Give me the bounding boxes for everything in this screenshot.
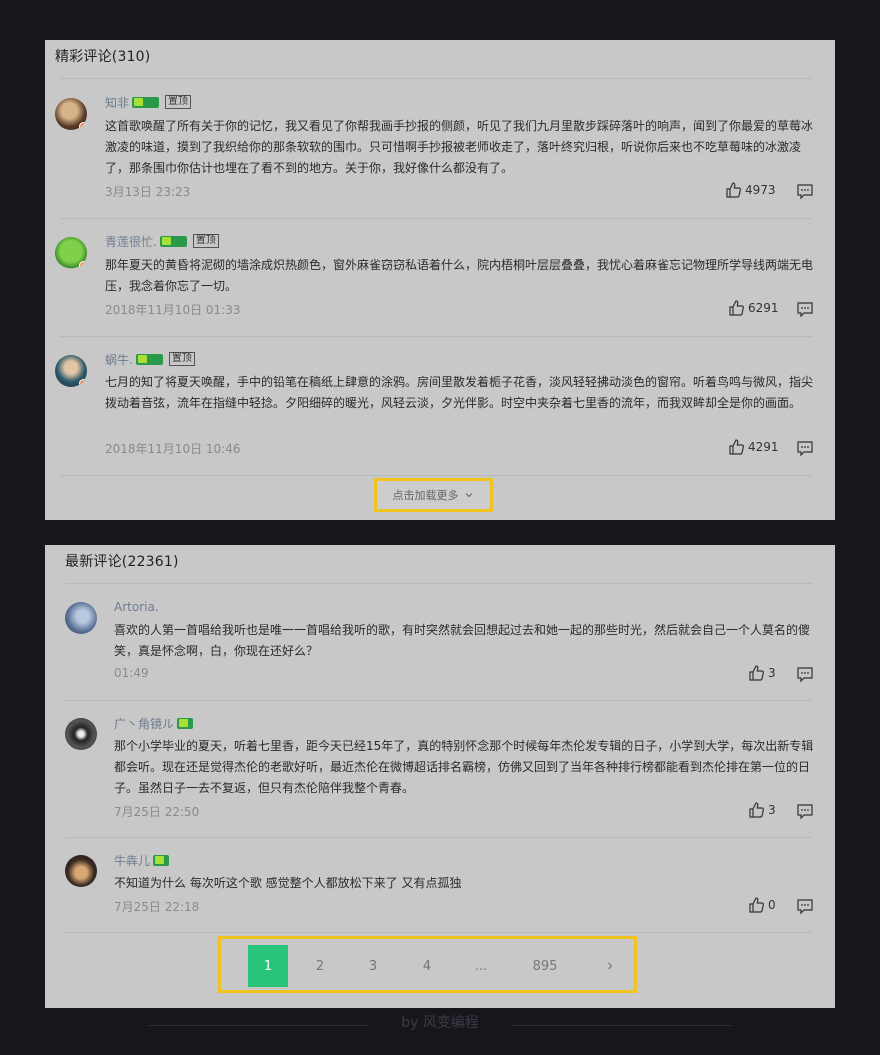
vip-badge-icon <box>132 96 160 108</box>
page-button-3[interactable]: 3 <box>358 945 388 987</box>
divider <box>65 837 812 838</box>
divider <box>60 475 812 476</box>
username[interactable]: 广丶角镜ル <box>114 715 174 732</box>
reply-icon[interactable] <box>796 439 814 457</box>
reply-icon[interactable] <box>796 897 814 915</box>
thumbs-up-icon <box>729 439 744 455</box>
badge-dot-icon <box>79 122 87 130</box>
like-button[interactable]: 4973 <box>725 181 776 199</box>
load-more-button[interactable]: 点击加载更多 <box>374 478 493 512</box>
page-ellipsis: ... <box>474 958 488 974</box>
page-button-4[interactable]: 4 <box>412 945 442 987</box>
thumbs-up-icon <box>749 897 764 913</box>
page-button-2[interactable]: 2 <box>305 945 335 987</box>
divider <box>65 583 812 584</box>
footer-credit: by 风变编程 <box>401 1015 479 1031</box>
avatar[interactable] <box>65 602 97 634</box>
thumbs-up-icon <box>729 300 744 316</box>
reply-icon[interactable] <box>796 802 814 820</box>
like-button[interactable]: 3 <box>748 801 776 819</box>
pinned-tag: 置顶 <box>168 352 195 366</box>
divider <box>65 700 812 701</box>
like-button[interactable]: 4291 <box>728 438 779 456</box>
like-button[interactable]: 3 <box>748 664 776 682</box>
avatar[interactable] <box>65 718 97 750</box>
badge-dot-icon <box>79 379 87 387</box>
vip-badge-icon <box>153 854 170 866</box>
like-count: 3 <box>768 666 776 680</box>
load-more-label: 点击加载更多 <box>392 489 459 502</box>
comment-time: 01:49 <box>114 666 149 680</box>
thumbs-up-icon <box>749 665 764 681</box>
pagination: 1 2 3 4 ... 895 <box>218 936 637 993</box>
next-page-button[interactable] <box>595 945 625 987</box>
avatar[interactable] <box>55 355 87 387</box>
hot-comments-title: 精彩评论(310) <box>55 49 151 65</box>
comment-text: 七月的知了将夏天唤醒，手中的铅笔在稿纸上肆意的涂鸦。房间里散发着栀子花香，淡风轻… <box>105 375 814 410</box>
like-count: 0 <box>768 898 776 912</box>
comment-time: 7月25日 22:50 <box>114 805 200 819</box>
vip-badge-icon <box>135 353 163 365</box>
comment-text: 那年夏天的黄昏将泥砌的墙涂成炽热颜色，窗外麻雀窃窃私语着什么，院内梧桐叶层层叠叠… <box>105 258 814 293</box>
page-button-last[interactable]: 895 <box>521 945 569 987</box>
comment-text: 那个小学毕业的夏天，听着七里香，距今天已经15年了，真的特别怀念那个时候每年杰伦… <box>114 739 814 795</box>
avatar[interactable] <box>55 98 87 130</box>
thumbs-up-icon <box>749 802 764 818</box>
like-count: 3 <box>768 803 776 817</box>
comment-time: 2018年11月10日 10:46 <box>105 442 241 456</box>
reply-icon[interactable] <box>796 665 814 683</box>
divider <box>65 932 812 933</box>
username[interactable]: 蜗牛. <box>105 351 133 368</box>
chevron-right-icon <box>608 962 613 970</box>
reply-icon[interactable] <box>796 182 814 200</box>
divider <box>60 336 812 337</box>
username[interactable]: Artoria. <box>114 600 159 614</box>
divider <box>60 78 812 79</box>
username[interactable]: 青莲很忙. <box>105 233 157 250</box>
chevron-down-icon <box>465 493 472 498</box>
like-count: 4973 <box>745 183 776 197</box>
reply-icon[interactable] <box>796 300 814 318</box>
page-button-1[interactable]: 1 <box>248 945 288 987</box>
badge-dot-icon <box>79 261 87 269</box>
new-comments-title: 最新评论(22361) <box>65 554 179 570</box>
comment-time: 3月13日 23:23 <box>105 185 191 199</box>
divider <box>60 218 812 219</box>
vip-badge-icon <box>177 717 194 729</box>
pinned-tag: 置顶 <box>192 234 219 248</box>
like-count: 4291 <box>748 440 779 454</box>
comment-text: 喜欢的人第一首唱给我听也是唯一一首唱给我听的歌，有时突然就会回想起过去和她一起的… <box>114 623 811 658</box>
comment-time: 2018年11月10日 01:33 <box>105 303 241 317</box>
like-button[interactable]: 0 <box>748 896 776 914</box>
like-count: 6291 <box>748 301 779 315</box>
hot-comments-panel: 精彩评论(310) 知非 置顶 这首歌唤醒了所有关于你的记忆，我又看见了你帮我画… <box>45 40 835 520</box>
vip-badge-icon <box>159 235 187 247</box>
pinned-tag: 置顶 <box>165 95 192 109</box>
username[interactable]: 牛犇儿 <box>114 852 150 869</box>
like-button[interactable]: 6291 <box>728 299 779 317</box>
comment-time: 7月25日 22:18 <box>114 900 200 914</box>
avatar[interactable] <box>55 237 87 269</box>
username[interactable]: 知非 <box>105 94 129 111</box>
avatar[interactable] <box>65 855 97 887</box>
thumbs-up-icon <box>726 182 741 198</box>
comment-text: 这首歌唤醒了所有关于你的记忆，我又看见了你帮我画手抄报的侧颜，听见了我们九月里散… <box>105 119 814 175</box>
comment-text: 不知道为什么 每次听这个歌 感觉整个人都放松下来了 又有点孤独 <box>114 876 462 890</box>
